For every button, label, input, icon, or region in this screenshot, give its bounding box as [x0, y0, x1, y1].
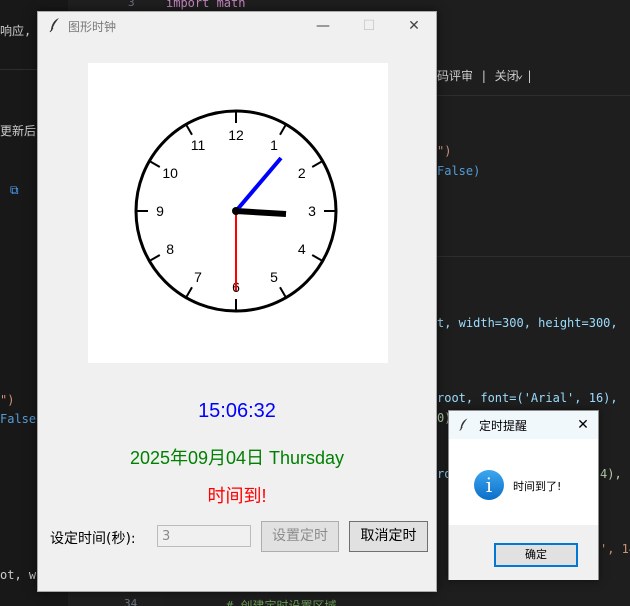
clock-number: 11 — [191, 137, 206, 153]
clock-canvas: 121234567891011 — [88, 63, 388, 363]
hour-tick — [185, 286, 193, 299]
chevron-down-icon[interactable]: ⌄ — [516, 67, 523, 81]
dialog-message: 时间到了! — [513, 480, 562, 493]
hour-tick — [311, 254, 324, 262]
separator — [437, 95, 630, 96]
dialog-title-bar[interactable]: 定时提醒 ✕ — [449, 411, 598, 439]
clock-number: 9 — [156, 203, 164, 219]
clock-number: 10 — [162, 165, 178, 181]
date-label: 2025年09月04日 Thursday — [129, 448, 345, 468]
minimize-button[interactable]: — — [300, 12, 346, 40]
clock-number: 12 — [228, 127, 244, 143]
clock-number: 8 — [166, 241, 174, 257]
code-line: ") — [437, 144, 452, 158]
dialog-close-button[interactable]: ✕ — [568, 411, 598, 439]
line-number: 3 — [128, 0, 135, 9]
clock-number: 4 — [298, 241, 306, 257]
hour-hand — [235, 208, 287, 217]
code-line: 4), — [600, 467, 622, 481]
code-line: root, font=('Arial', 16), — [437, 391, 618, 405]
hour-tick — [148, 160, 161, 168]
code-line: ") — [0, 393, 15, 407]
info-icon: i — [474, 470, 504, 500]
clock-number: 5 — [270, 269, 278, 285]
set-timer-button[interactable]: 设置定时 — [261, 521, 339, 552]
clock-window: 图形时钟 — ☐ ✕ 121234567891011 15:06:32 2025… — [37, 11, 437, 592]
clock-center — [232, 207, 240, 215]
hour-tick — [279, 123, 287, 136]
timer-alert-dialog: 定时提醒 ✕ i 时间到了! 确定 — [448, 410, 599, 580]
title-bar[interactable]: 图形时钟 — ☐ ✕ — [38, 12, 436, 40]
ok-button[interactable]: 确定 — [494, 543, 578, 567]
separator — [437, 256, 630, 257]
close-button[interactable]: ✕ — [391, 12, 437, 40]
clock-number: 3 — [308, 203, 316, 219]
feather-icon — [49, 18, 59, 33]
code-line: False) — [437, 164, 481, 178]
alert-label: 时间到! — [207, 486, 267, 506]
hour-tick — [279, 286, 287, 299]
code-line: ', 14 — [600, 542, 630, 556]
dialog-title: 定时提醒 — [479, 419, 528, 433]
hour-tick — [148, 254, 161, 262]
window-title: 图形时钟 — [68, 20, 117, 34]
svg-text:i: i — [486, 473, 492, 497]
hour-tick — [311, 160, 324, 168]
code-line: import math — [166, 0, 246, 10]
digital-time: 15:06:32 — [198, 400, 276, 422]
timer-seconds-input[interactable] — [157, 525, 251, 547]
code-line: False — [0, 412, 37, 426]
clock-number: 2 — [298, 165, 306, 181]
line-number: 34 — [124, 597, 138, 606]
code-line: t, width=300, height=300, — [437, 316, 618, 330]
maximize-button[interactable]: ☐ — [346, 12, 392, 40]
cancel-timer-button[interactable]: 取消定时 — [349, 521, 428, 552]
chat-text: 更新后 — [0, 124, 37, 138]
minute-hand — [234, 156, 283, 213]
hour-tick — [185, 123, 193, 136]
copy-icon[interactable]: ⧉ — [10, 183, 19, 198]
chat-text: 响应, — [0, 24, 32, 38]
clock-number: 1 — [270, 137, 278, 153]
code-comment: # 创建定时设置区域 — [226, 599, 337, 606]
feather-icon — [459, 418, 468, 431]
clock-number: 7 — [194, 269, 202, 285]
timer-label: 设定时间(秒): — [50, 531, 136, 547]
